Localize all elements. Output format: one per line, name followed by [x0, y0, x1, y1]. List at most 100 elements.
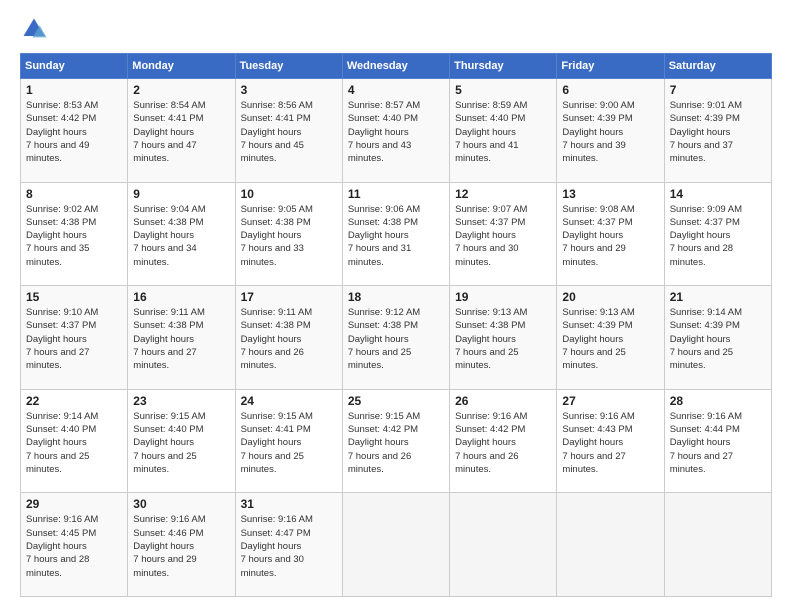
cell-date: 11: [348, 187, 444, 201]
cell-info: Sunrise: 9:08 AMSunset: 4:37 PMDaylight …: [562, 204, 634, 268]
cell-info: Sunrise: 9:11 AMSunset: 4:38 PMDaylight …: [133, 307, 205, 371]
calendar-cell: 20 Sunrise: 9:13 AMSunset: 4:39 PMDaylig…: [557, 286, 664, 390]
cell-date: 14: [670, 187, 766, 201]
calendar-cell: 8 Sunrise: 9:02 AMSunset: 4:38 PMDayligh…: [21, 182, 128, 286]
day-header: Wednesday: [342, 54, 449, 79]
cell-info: Sunrise: 9:07 AMSunset: 4:37 PMDaylight …: [455, 204, 527, 268]
cell-date: 29: [26, 497, 122, 511]
cell-date: 7: [670, 83, 766, 97]
cell-info: Sunrise: 9:04 AMSunset: 4:38 PMDaylight …: [133, 204, 205, 268]
cell-date: 2: [133, 83, 229, 97]
calendar-cell: 14 Sunrise: 9:09 AMSunset: 4:37 PMDaylig…: [664, 182, 771, 286]
cell-date: 31: [241, 497, 337, 511]
calendar-cell: 24 Sunrise: 9:15 AMSunset: 4:41 PMDaylig…: [235, 389, 342, 493]
cell-info: Sunrise: 9:13 AMSunset: 4:39 PMDaylight …: [562, 307, 634, 371]
cell-info: Sunrise: 8:54 AMSunset: 4:41 PMDaylight …: [133, 100, 205, 164]
calendar-cell: 5 Sunrise: 8:59 AMSunset: 4:40 PMDayligh…: [450, 79, 557, 183]
cell-date: 8: [26, 187, 122, 201]
page: SundayMondayTuesdayWednesdayThursdayFrid…: [0, 0, 792, 612]
cell-info: Sunrise: 9:14 AMSunset: 4:39 PMDaylight …: [670, 307, 742, 371]
day-header: Monday: [128, 54, 235, 79]
calendar-cell: 22 Sunrise: 9:14 AMSunset: 4:40 PMDaylig…: [21, 389, 128, 493]
calendar-cell: 23 Sunrise: 9:15 AMSunset: 4:40 PMDaylig…: [128, 389, 235, 493]
cell-date: 25: [348, 394, 444, 408]
calendar-cell: 16 Sunrise: 9:11 AMSunset: 4:38 PMDaylig…: [128, 286, 235, 390]
cell-date: 9: [133, 187, 229, 201]
cell-info: Sunrise: 9:06 AMSunset: 4:38 PMDaylight …: [348, 204, 420, 268]
day-header: Thursday: [450, 54, 557, 79]
cell-info: Sunrise: 9:14 AMSunset: 4:40 PMDaylight …: [26, 411, 98, 475]
calendar-table: SundayMondayTuesdayWednesdayThursdayFrid…: [20, 53, 772, 597]
calendar-cell: 15 Sunrise: 9:10 AMSunset: 4:37 PMDaylig…: [21, 286, 128, 390]
calendar-week-row: 22 Sunrise: 9:14 AMSunset: 4:40 PMDaylig…: [21, 389, 772, 493]
cell-info: Sunrise: 9:16 AMSunset: 4:47 PMDaylight …: [241, 514, 313, 578]
calendar-cell: [664, 493, 771, 597]
calendar-header-row: SundayMondayTuesdayWednesdayThursdayFrid…: [21, 54, 772, 79]
calendar-cell: 6 Sunrise: 9:00 AMSunset: 4:39 PMDayligh…: [557, 79, 664, 183]
cell-date: 3: [241, 83, 337, 97]
cell-info: Sunrise: 8:53 AMSunset: 4:42 PMDaylight …: [26, 100, 98, 164]
calendar-cell: 11 Sunrise: 9:06 AMSunset: 4:38 PMDaylig…: [342, 182, 449, 286]
calendar-week-row: 1 Sunrise: 8:53 AMSunset: 4:42 PMDayligh…: [21, 79, 772, 183]
calendar-cell: 21 Sunrise: 9:14 AMSunset: 4:39 PMDaylig…: [664, 286, 771, 390]
cell-date: 13: [562, 187, 658, 201]
cell-info: Sunrise: 9:05 AMSunset: 4:38 PMDaylight …: [241, 204, 313, 268]
cell-date: 24: [241, 394, 337, 408]
cell-info: Sunrise: 9:15 AMSunset: 4:42 PMDaylight …: [348, 411, 420, 475]
cell-info: Sunrise: 9:16 AMSunset: 4:44 PMDaylight …: [670, 411, 742, 475]
cell-info: Sunrise: 9:11 AMSunset: 4:38 PMDaylight …: [241, 307, 313, 371]
cell-info: Sunrise: 9:01 AMSunset: 4:39 PMDaylight …: [670, 100, 742, 164]
cell-info: Sunrise: 8:59 AMSunset: 4:40 PMDaylight …: [455, 100, 527, 164]
cell-date: 27: [562, 394, 658, 408]
calendar-cell: 30 Sunrise: 9:16 AMSunset: 4:46 PMDaylig…: [128, 493, 235, 597]
header: [20, 15, 772, 43]
calendar-cell: 25 Sunrise: 9:15 AMSunset: 4:42 PMDaylig…: [342, 389, 449, 493]
calendar-cell: 28 Sunrise: 9:16 AMSunset: 4:44 PMDaylig…: [664, 389, 771, 493]
cell-info: Sunrise: 9:10 AMSunset: 4:37 PMDaylight …: [26, 307, 98, 371]
cell-date: 19: [455, 290, 551, 304]
cell-date: 20: [562, 290, 658, 304]
calendar-cell: 26 Sunrise: 9:16 AMSunset: 4:42 PMDaylig…: [450, 389, 557, 493]
cell-info: Sunrise: 9:12 AMSunset: 4:38 PMDaylight …: [348, 307, 420, 371]
calendar-cell: 13 Sunrise: 9:08 AMSunset: 4:37 PMDaylig…: [557, 182, 664, 286]
calendar-cell: [557, 493, 664, 597]
cell-info: Sunrise: 8:56 AMSunset: 4:41 PMDaylight …: [241, 100, 313, 164]
calendar-cell: 10 Sunrise: 9:05 AMSunset: 4:38 PMDaylig…: [235, 182, 342, 286]
calendar-cell: 17 Sunrise: 9:11 AMSunset: 4:38 PMDaylig…: [235, 286, 342, 390]
cell-info: Sunrise: 9:02 AMSunset: 4:38 PMDaylight …: [26, 204, 98, 268]
cell-info: Sunrise: 9:15 AMSunset: 4:41 PMDaylight …: [241, 411, 313, 475]
day-header: Sunday: [21, 54, 128, 79]
calendar-cell: 27 Sunrise: 9:16 AMSunset: 4:43 PMDaylig…: [557, 389, 664, 493]
calendar-cell: 9 Sunrise: 9:04 AMSunset: 4:38 PMDayligh…: [128, 182, 235, 286]
cell-date: 1: [26, 83, 122, 97]
cell-date: 16: [133, 290, 229, 304]
day-header: Friday: [557, 54, 664, 79]
calendar-cell: 4 Sunrise: 8:57 AMSunset: 4:40 PMDayligh…: [342, 79, 449, 183]
cell-info: Sunrise: 9:09 AMSunset: 4:37 PMDaylight …: [670, 204, 742, 268]
cell-date: 15: [26, 290, 122, 304]
calendar-cell: 12 Sunrise: 9:07 AMSunset: 4:37 PMDaylig…: [450, 182, 557, 286]
logo-icon: [20, 15, 48, 43]
calendar-cell: 19 Sunrise: 9:13 AMSunset: 4:38 PMDaylig…: [450, 286, 557, 390]
cell-date: 23: [133, 394, 229, 408]
calendar-cell: [342, 493, 449, 597]
cell-info: Sunrise: 9:16 AMSunset: 4:43 PMDaylight …: [562, 411, 634, 475]
cell-date: 26: [455, 394, 551, 408]
calendar-cell: 1 Sunrise: 8:53 AMSunset: 4:42 PMDayligh…: [21, 79, 128, 183]
cell-date: 30: [133, 497, 229, 511]
logo: [20, 15, 52, 43]
cell-date: 17: [241, 290, 337, 304]
calendar-cell: 31 Sunrise: 9:16 AMSunset: 4:47 PMDaylig…: [235, 493, 342, 597]
cell-date: 6: [562, 83, 658, 97]
calendar-cell: [450, 493, 557, 597]
cell-info: Sunrise: 9:15 AMSunset: 4:40 PMDaylight …: [133, 411, 205, 475]
calendar-week-row: 8 Sunrise: 9:02 AMSunset: 4:38 PMDayligh…: [21, 182, 772, 286]
cell-info: Sunrise: 9:16 AMSunset: 4:45 PMDaylight …: [26, 514, 98, 578]
calendar-week-row: 15 Sunrise: 9:10 AMSunset: 4:37 PMDaylig…: [21, 286, 772, 390]
cell-date: 28: [670, 394, 766, 408]
cell-info: Sunrise: 9:13 AMSunset: 4:38 PMDaylight …: [455, 307, 527, 371]
cell-date: 18: [348, 290, 444, 304]
calendar-cell: 18 Sunrise: 9:12 AMSunset: 4:38 PMDaylig…: [342, 286, 449, 390]
calendar-week-row: 29 Sunrise: 9:16 AMSunset: 4:45 PMDaylig…: [21, 493, 772, 597]
calendar-cell: 2 Sunrise: 8:54 AMSunset: 4:41 PMDayligh…: [128, 79, 235, 183]
